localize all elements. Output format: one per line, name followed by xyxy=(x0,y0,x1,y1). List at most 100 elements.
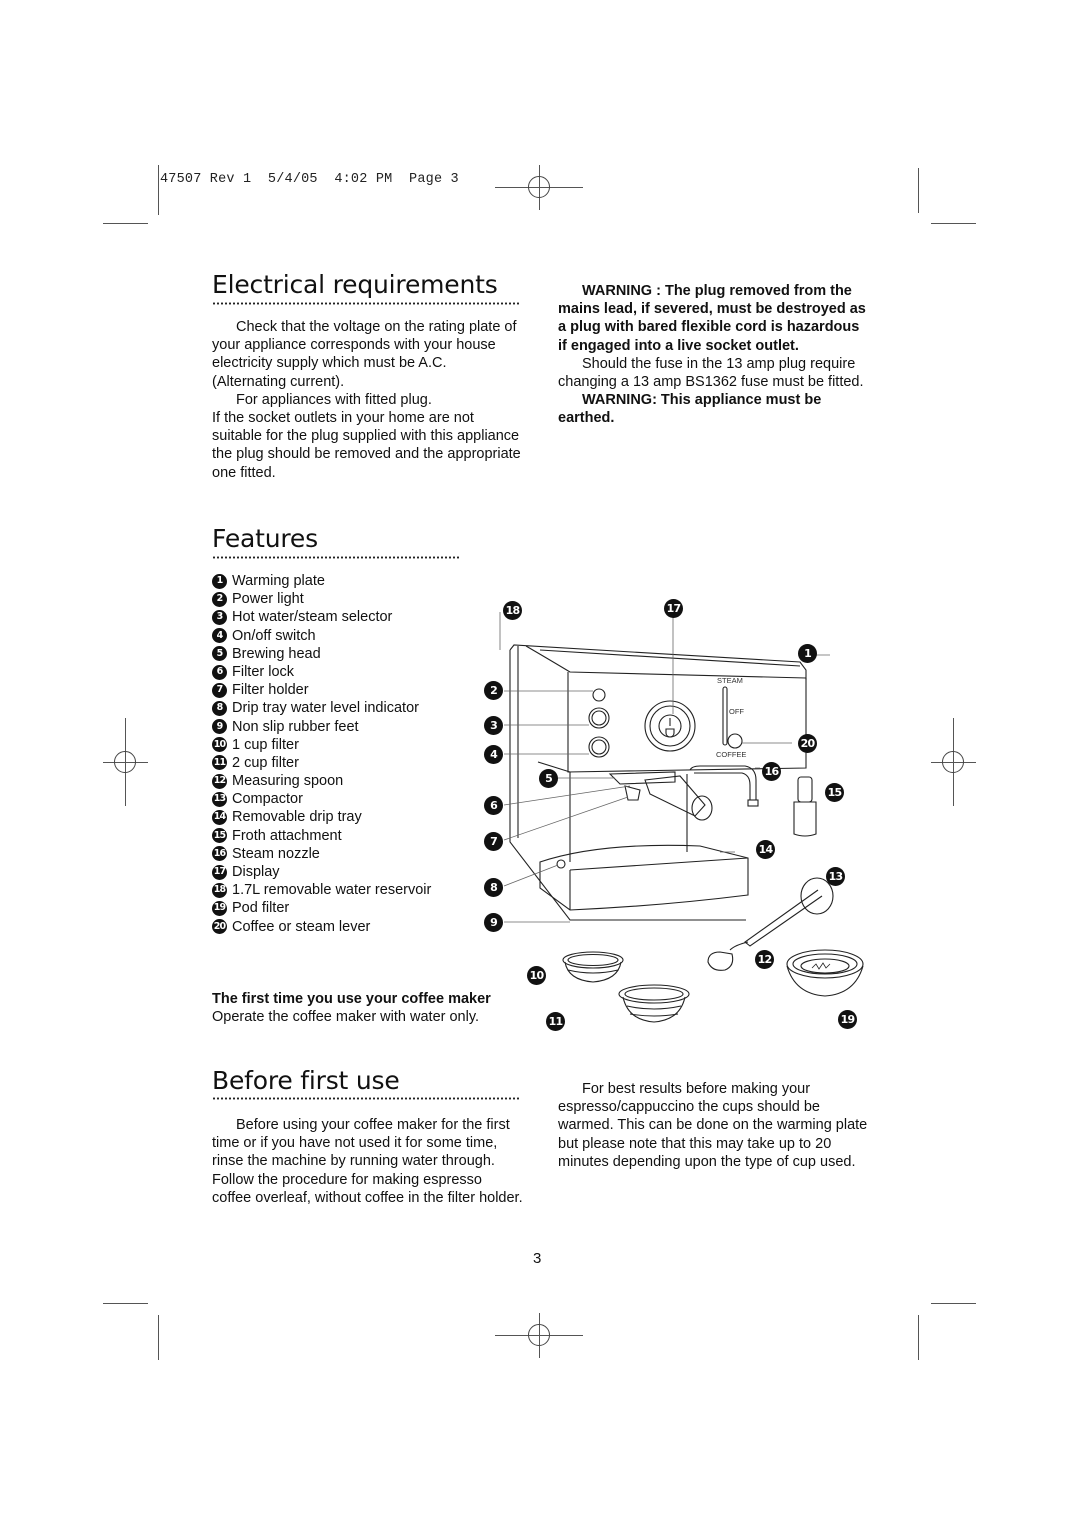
crop-mark xyxy=(918,168,919,213)
feature-number-badge: 12 xyxy=(212,773,227,789)
feature-item: 16 Steam nozzle xyxy=(212,845,431,863)
feature-label: Non slip rubber feet xyxy=(232,718,359,735)
feature-number-badge: 8 xyxy=(212,700,227,716)
feature-number-badge: 7 xyxy=(212,682,227,698)
feature-label: Pod filter xyxy=(232,900,290,917)
heading-underline xyxy=(212,302,520,305)
callout-7: 7 xyxy=(484,832,503,851)
before-first-use-left-text: Before using your coffee maker for the f… xyxy=(212,1117,523,1206)
callout-1: 1 xyxy=(798,644,817,663)
electrical-warnings: WARNING : The plug removed from the main… xyxy=(558,282,870,428)
callout-9: 9 xyxy=(484,913,503,932)
feature-number-badge: 18 xyxy=(212,882,227,898)
electrical-requirements-heading: Electrical requirements xyxy=(212,270,498,299)
plug-warning: WARNING : The plug removed from the main… xyxy=(558,283,866,354)
feature-number-badge: 1 xyxy=(212,573,227,589)
feature-item: 1 Warming plate xyxy=(212,572,431,590)
feature-item: 6 Filter lock xyxy=(212,663,431,681)
crop-mark xyxy=(103,1303,148,1304)
callout-19: 19 xyxy=(838,1010,857,1029)
front-panel xyxy=(567,672,807,773)
feature-label: Hot water/steam selector xyxy=(232,609,393,626)
feature-item: 3 Hot water/steam selector xyxy=(212,608,431,626)
callout-10: 10 xyxy=(527,966,546,985)
measuring-spoon-handle xyxy=(729,941,749,951)
feature-number-badge: 4 xyxy=(212,628,227,644)
feature-item: 19 Pod filter xyxy=(212,899,431,917)
feature-number-badge: 11 xyxy=(212,755,227,771)
feature-item: 7 Filter holder xyxy=(212,681,431,699)
callout-3: 3 xyxy=(484,716,503,735)
callout-12: 12 xyxy=(755,950,774,969)
callout-15: 15 xyxy=(825,783,844,802)
feature-item: 9 Non slip rubber feet xyxy=(212,718,431,736)
one-cup-filter xyxy=(562,951,624,983)
callout-8: 8 xyxy=(484,878,503,897)
feature-label: Compactor xyxy=(232,791,303,808)
feature-item: 13 Compactor xyxy=(212,790,431,808)
crop-mark xyxy=(158,1315,159,1360)
measuring-spoon xyxy=(707,951,734,971)
feature-label: Drip tray water level indicator xyxy=(232,700,419,717)
heading-underline xyxy=(212,556,460,559)
voltage-paragraph: Check that the voltage on the rating pla… xyxy=(212,319,517,390)
feature-label: 1.7L removable water reservoir xyxy=(232,882,432,899)
feature-item: 20 Coffee or steam lever xyxy=(212,918,431,936)
feature-label: 1 cup filter xyxy=(232,736,299,753)
feature-label: Froth attachment xyxy=(232,827,342,844)
lever-slot xyxy=(722,686,728,746)
coffee-steam-lever xyxy=(727,733,743,749)
feature-label: On/off switch xyxy=(232,627,316,644)
feature-label: Coffee or steam lever xyxy=(232,918,371,935)
feature-number-badge: 20 xyxy=(212,919,227,935)
callout-17: 17 xyxy=(664,599,683,618)
feature-label: Steam nozzle xyxy=(232,845,320,862)
socket-paragraph: If the socket outlets in your home are n… xyxy=(212,410,521,481)
crop-mark xyxy=(918,1315,919,1360)
feature-label: Filter lock xyxy=(232,663,295,680)
earth-warning: WARNING: This appliance must be earthed. xyxy=(558,392,822,427)
coffee-label: COFFEE xyxy=(716,750,746,759)
off-label: OFF xyxy=(729,707,744,716)
drip-tray xyxy=(539,844,749,911)
steam-label: STEAM xyxy=(717,676,743,685)
feature-item: 18 1.7L removable water reservoir xyxy=(212,881,431,899)
callout-2: 2 xyxy=(484,681,503,700)
crop-mark xyxy=(158,165,159,215)
power-light xyxy=(592,688,606,702)
electrical-body: Check that the voltage on the rating pla… xyxy=(212,318,522,482)
callout-4: 4 xyxy=(484,745,503,764)
callout-18: 18 xyxy=(503,601,522,620)
feature-label: Power light xyxy=(232,591,304,608)
feature-number-badge: 9 xyxy=(212,719,227,735)
feature-label: 2 cup filter xyxy=(232,754,299,771)
feature-label: Removable drip tray xyxy=(232,809,362,826)
callout-14: 14 xyxy=(756,840,775,859)
fuse-note: Should the fuse in the 13 amp plug requi… xyxy=(558,355,864,391)
feature-number-badge: 10 xyxy=(212,737,227,753)
feature-label: Measuring spoon xyxy=(232,773,344,790)
before-first-use-right-text: For best results before making your espr… xyxy=(558,1081,868,1170)
feature-number-badge: 6 xyxy=(212,664,227,680)
feature-number-badge: 5 xyxy=(212,646,227,662)
pod-filter xyxy=(786,949,864,997)
feature-label: Filter holder xyxy=(232,682,309,699)
feature-item: 15 Froth attachment xyxy=(212,827,431,845)
features-list: 1 Warming plate 2 Power light 3 Hot water/ste… xyxy=(212,572,431,936)
heading-underline xyxy=(212,1097,520,1100)
feature-number-badge: 2 xyxy=(212,591,227,607)
features-heading: Features xyxy=(212,524,318,553)
callout-13: 13 xyxy=(826,867,845,886)
feature-label: Brewing head xyxy=(232,645,321,662)
before-first-use-heading: Before first use xyxy=(212,1066,400,1095)
feature-item: 8 Drip tray water level indicator xyxy=(212,699,431,717)
callout-20: 20 xyxy=(798,734,817,753)
crop-mark xyxy=(103,223,148,224)
callout-5: 5 xyxy=(539,769,558,788)
callout-11: 11 xyxy=(546,1012,565,1031)
feature-item: 17 Display xyxy=(212,863,431,881)
feature-item: 4 On/off switch xyxy=(212,627,431,645)
feature-label: Display xyxy=(232,864,280,880)
feature-number-badge: 14 xyxy=(212,810,227,826)
feature-number-badge: 16 xyxy=(212,846,227,862)
